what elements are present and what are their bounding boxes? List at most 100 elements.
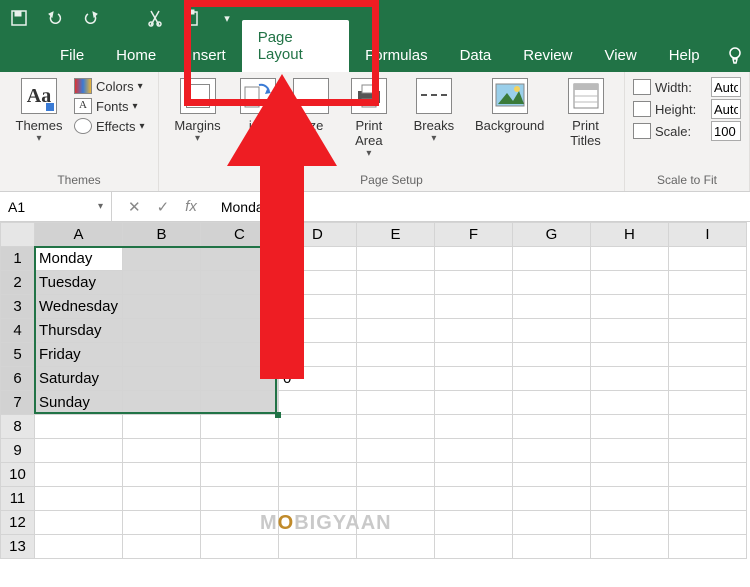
cell-B1[interactable] bbox=[122, 247, 200, 271]
column-header-G[interactable]: G bbox=[512, 223, 590, 247]
tab-insert[interactable]: Insert bbox=[172, 39, 242, 72]
cell-F7[interactable] bbox=[434, 391, 512, 415]
cell-H13[interactable] bbox=[590, 535, 668, 559]
cell-I2[interactable] bbox=[668, 271, 746, 295]
cell-G2[interactable] bbox=[512, 271, 590, 295]
print-area-button[interactable]: Print Area▾ bbox=[338, 76, 399, 159]
cell-H2[interactable] bbox=[590, 271, 668, 295]
cell-G3[interactable] bbox=[512, 295, 590, 319]
cell-B8[interactable] bbox=[122, 415, 200, 439]
cell-C12[interactable] bbox=[200, 511, 278, 535]
cell-D12[interactable] bbox=[278, 511, 356, 535]
cell-H5[interactable] bbox=[590, 343, 668, 367]
cell-F11[interactable] bbox=[434, 487, 512, 511]
cell-E1[interactable] bbox=[356, 247, 434, 271]
print-titles-button[interactable]: Print Titles bbox=[555, 76, 616, 148]
column-header-I[interactable]: I bbox=[668, 223, 746, 247]
cell-C2[interactable] bbox=[200, 271, 278, 295]
cell-C3[interactable] bbox=[200, 295, 278, 319]
column-header-B[interactable]: B bbox=[122, 223, 200, 247]
cell-G1[interactable] bbox=[512, 247, 590, 271]
cell-I7[interactable] bbox=[668, 391, 746, 415]
cell-H1[interactable] bbox=[590, 247, 668, 271]
cell-A3[interactable]: Wednesday bbox=[35, 295, 123, 319]
breaks-button[interactable]: Breaks▾ bbox=[403, 76, 464, 144]
cut-icon[interactable] bbox=[142, 5, 168, 31]
row-header-9[interactable]: 9 bbox=[1, 439, 35, 463]
cell-E2[interactable] bbox=[356, 271, 434, 295]
cell-B9[interactable] bbox=[122, 439, 200, 463]
tab-review[interactable]: Review bbox=[507, 39, 588, 72]
cell-C7[interactable] bbox=[200, 391, 278, 415]
cell-F2[interactable] bbox=[434, 271, 512, 295]
cell-G8[interactable] bbox=[512, 415, 590, 439]
cell-F10[interactable] bbox=[434, 463, 512, 487]
tab-help[interactable]: Help bbox=[653, 39, 716, 72]
cell-B5[interactable] bbox=[122, 343, 200, 367]
tab-page-layout[interactable]: Page Layout bbox=[242, 20, 349, 72]
cell-D13[interactable] bbox=[278, 535, 356, 559]
cell-E8[interactable] bbox=[356, 415, 434, 439]
tell-me-icon[interactable] bbox=[720, 38, 750, 72]
tab-formulas[interactable]: Formulas bbox=[349, 39, 444, 72]
column-header-A[interactable]: A bbox=[35, 223, 123, 247]
row-header-2[interactable]: 2 bbox=[1, 271, 35, 295]
column-header-H[interactable]: H bbox=[590, 223, 668, 247]
cell-B13[interactable] bbox=[122, 535, 200, 559]
cell-F13[interactable] bbox=[434, 535, 512, 559]
cell-I11[interactable] bbox=[668, 487, 746, 511]
cell-C5[interactable] bbox=[200, 343, 278, 367]
cell-G12[interactable] bbox=[512, 511, 590, 535]
cell-G10[interactable] bbox=[512, 463, 590, 487]
tab-view[interactable]: View bbox=[588, 39, 652, 72]
cell-H9[interactable] bbox=[590, 439, 668, 463]
cell-G9[interactable] bbox=[512, 439, 590, 463]
cell-A2[interactable]: Tuesday bbox=[35, 271, 123, 295]
colors-button[interactable]: Colors ▾ bbox=[74, 78, 145, 94]
cell-H3[interactable] bbox=[590, 295, 668, 319]
cell-G6[interactable] bbox=[512, 367, 590, 391]
cell-D10[interactable] bbox=[278, 463, 356, 487]
redo-icon[interactable] bbox=[78, 5, 104, 31]
cell-I5[interactable] bbox=[668, 343, 746, 367]
orientation-button[interactable]: ion▾ bbox=[232, 76, 283, 144]
row-header-13[interactable]: 13 bbox=[1, 535, 35, 559]
cell-E10[interactable] bbox=[356, 463, 434, 487]
cell-I10[interactable] bbox=[668, 463, 746, 487]
cell-A7[interactable]: Sunday bbox=[35, 391, 123, 415]
cell-E11[interactable] bbox=[356, 487, 434, 511]
cell-F1[interactable] bbox=[434, 247, 512, 271]
row-header-8[interactable]: 8 bbox=[1, 415, 35, 439]
cell-D5[interactable] bbox=[278, 343, 356, 367]
cell-B11[interactable] bbox=[122, 487, 200, 511]
cell-D11[interactable] bbox=[278, 487, 356, 511]
cell-I12[interactable] bbox=[668, 511, 746, 535]
cell-D3[interactable] bbox=[278, 295, 356, 319]
size-button[interactable]: Size▾ bbox=[287, 76, 334, 144]
margins-button[interactable]: Margins▾ bbox=[167, 76, 228, 144]
cell-A13[interactable] bbox=[35, 535, 123, 559]
tab-file[interactable]: File bbox=[44, 39, 100, 72]
cell-A12[interactable] bbox=[35, 511, 123, 535]
cell-D2[interactable] bbox=[278, 271, 356, 295]
cancel-icon[interactable]: ✕ bbox=[128, 198, 141, 216]
background-button[interactable]: Background bbox=[468, 76, 551, 133]
cell-C10[interactable] bbox=[200, 463, 278, 487]
enter-icon[interactable]: ✓ bbox=[157, 198, 170, 216]
tab-data[interactable]: Data bbox=[444, 39, 508, 72]
cell-C1[interactable] bbox=[200, 247, 278, 271]
row-header-6[interactable]: 6 bbox=[1, 367, 35, 391]
row-header-1[interactable]: 1 bbox=[1, 247, 35, 271]
cell-D6[interactable]: 0 bbox=[278, 367, 356, 391]
cell-I6[interactable] bbox=[668, 367, 746, 391]
row-header-12[interactable]: 12 bbox=[1, 511, 35, 535]
cell-E9[interactable] bbox=[356, 439, 434, 463]
effects-button[interactable]: Effects ▾ bbox=[74, 118, 145, 134]
name-box[interactable]: A1▾ bbox=[0, 192, 112, 221]
cell-H12[interactable] bbox=[590, 511, 668, 535]
cell-F8[interactable] bbox=[434, 415, 512, 439]
customize-qat-icon[interactable]: ▾ bbox=[214, 5, 240, 31]
row-header-3[interactable]: 3 bbox=[1, 295, 35, 319]
cell-C11[interactable] bbox=[200, 487, 278, 511]
cell-A5[interactable]: Friday bbox=[35, 343, 123, 367]
